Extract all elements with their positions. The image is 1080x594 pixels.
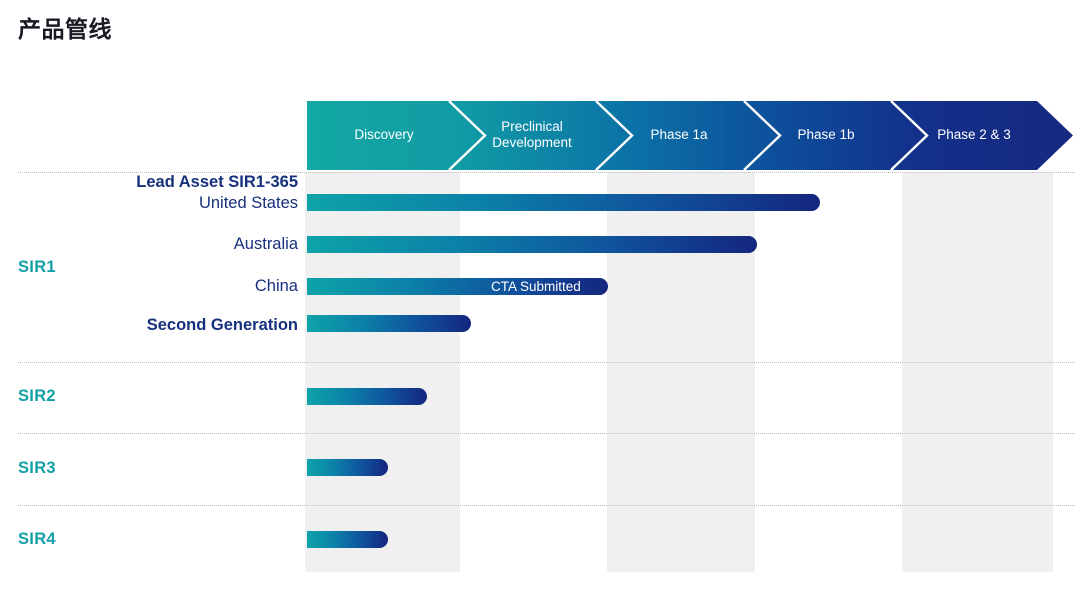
- bar-sir4[interactable]: [307, 531, 388, 548]
- column-band-preclinical: [460, 172, 607, 572]
- group-label-sir2[interactable]: SIR2: [18, 387, 56, 406]
- phase-banner-shape: [307, 101, 1073, 170]
- pipeline-chart: Discovery Preclinical Development Phase …: [0, 0, 1080, 594]
- column-band-phase-1b: [755, 172, 902, 572]
- group-label-sir4[interactable]: SIR4: [18, 530, 56, 549]
- row-label-lead-asset[interactable]: Lead Asset SIR1-365: [136, 173, 298, 192]
- row-label-united-states[interactable]: United States: [199, 194, 298, 213]
- bar-second-generation[interactable]: [307, 315, 471, 332]
- bar-sir2[interactable]: [307, 388, 427, 405]
- separator-sir1: [18, 362, 1075, 363]
- row-label-second-generation[interactable]: Second Generation: [147, 316, 298, 335]
- row-label-china[interactable]: China: [255, 277, 298, 296]
- bar-sir3[interactable]: [307, 459, 388, 476]
- bar-australia[interactable]: [307, 236, 757, 253]
- group-label-sir3[interactable]: SIR3: [18, 459, 56, 478]
- bar-lead-asset-us[interactable]: [307, 194, 820, 211]
- bar-china[interactable]: [307, 278, 608, 295]
- column-band-phase-1a: [607, 172, 755, 572]
- row-label-australia[interactable]: Australia: [234, 235, 298, 254]
- separator-sir3: [18, 505, 1075, 506]
- separator-sir2: [18, 433, 1075, 434]
- column-band-discovery: [305, 172, 460, 572]
- phase-header-banner: Discovery Preclinical Development Phase …: [307, 101, 1073, 170]
- column-band-phase-2-3: [902, 172, 1053, 572]
- group-label-sir1[interactable]: SIR1: [18, 258, 56, 277]
